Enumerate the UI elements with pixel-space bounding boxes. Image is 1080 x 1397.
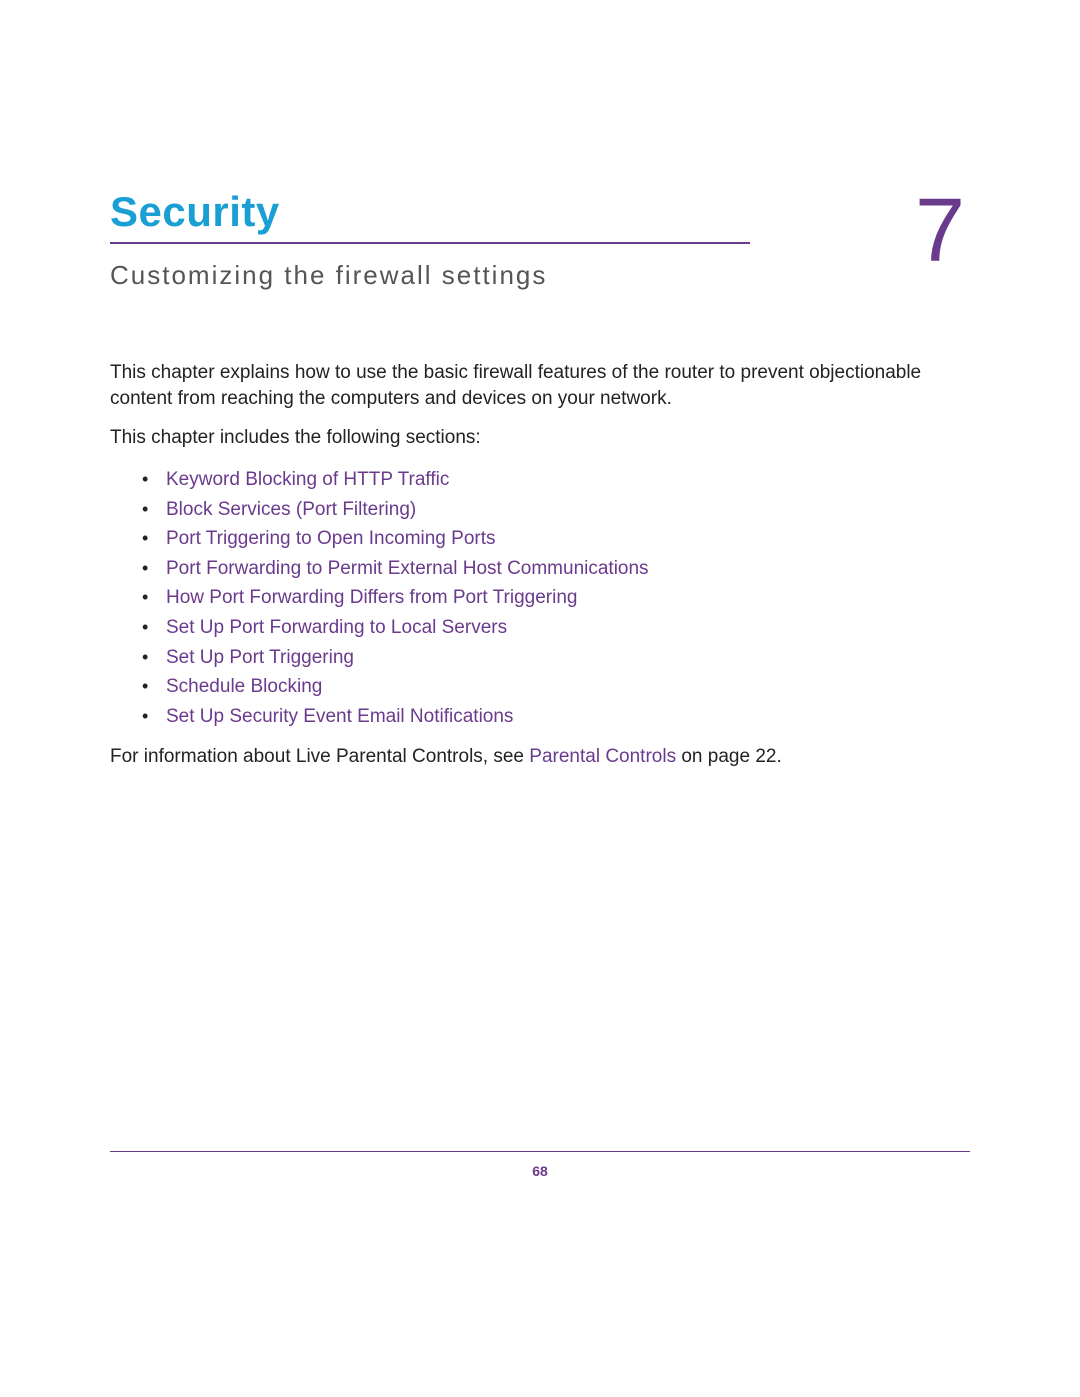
list-item: Keyword Blocking of HTTP Traffic [142,465,970,495]
chapter-header: Security Customizing the firewall settin… [110,188,970,291]
section-link[interactable]: Port Forwarding to Permit External Host … [166,558,649,579]
section-link[interactable]: Set Up Port Forwarding to Local Servers [166,617,507,638]
footer-note-pre: For information about Live Parental Cont… [110,746,529,767]
list-item: Set Up Security Event Email Notification… [142,702,970,732]
section-link[interactable]: How Port Forwarding Differs from Port Tr… [166,587,577,608]
footer-note-post: on page 22. [676,746,782,767]
footer-note: For information about Live Parental Cont… [110,744,970,770]
list-item: Port Forwarding to Permit External Host … [142,554,970,584]
list-item: Set Up Port Triggering [142,643,970,673]
list-item: How Port Forwarding Differs from Port Tr… [142,583,970,613]
section-link[interactable]: Block Services (Port Filtering) [166,499,416,520]
section-link[interactable]: Set Up Security Event Email Notification… [166,706,513,727]
section-link[interactable]: Schedule Blocking [166,676,322,697]
chapter-title: Security [110,188,970,242]
chapter-number: 7 [915,186,965,276]
sections-list: Keyword Blocking of HTTP Traffic Block S… [110,465,970,732]
section-link[interactable]: Keyword Blocking of HTTP Traffic [166,469,449,490]
list-item: Schedule Blocking [142,672,970,702]
page: Security Customizing the firewall settin… [0,0,1080,1397]
chapter-subtitle: Customizing the firewall settings [110,260,970,291]
body: This chapter explains how to use the bas… [110,360,970,783]
list-item: Port Triggering to Open Incoming Ports [142,524,970,554]
sections-lead: This chapter includes the following sect… [110,425,970,451]
intro-paragraph: This chapter explains how to use the bas… [110,360,970,411]
parental-controls-link[interactable]: Parental Controls [529,746,676,767]
section-link[interactable]: Set Up Port Triggering [166,647,354,668]
section-link[interactable]: Port Triggering to Open Incoming Ports [166,528,496,549]
footer-rule [110,1151,970,1152]
list-item: Set Up Port Forwarding to Local Servers [142,613,970,643]
title-rule [110,242,750,244]
page-number: 68 [0,1163,1080,1179]
list-item: Block Services (Port Filtering) [142,495,970,525]
